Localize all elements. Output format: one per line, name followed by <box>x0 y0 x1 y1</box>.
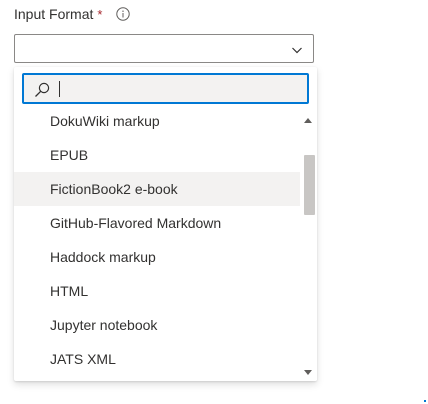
chevron-down-icon <box>291 43 303 55</box>
option-item[interactable]: Haddock markup <box>14 240 300 274</box>
option-item[interactable]: FictionBook2 e-book <box>14 172 300 206</box>
dropdown-options-panel: DokuWiki markup EPUB FictionBook2 e-book Gi… <box>14 67 317 381</box>
option-item[interactable]: JATS XML <box>14 342 300 376</box>
field-label-text: Input Format <box>14 6 94 22</box>
scroll-down-arrow-icon[interactable] <box>304 370 312 375</box>
options-items: DokuWiki markup EPUB FictionBook2 e-book Gi… <box>14 112 300 376</box>
text-cursor <box>59 81 60 97</box>
input-format-field: Input Format * DokuWiki markup EPUB Fict… <box>0 0 428 404</box>
options-list: DokuWiki markup EPUB FictionBook2 e-book Gi… <box>14 112 317 381</box>
option-item[interactable]: EPUB <box>14 138 300 172</box>
search-icon <box>34 82 50 98</box>
field-label: Input Format * <box>14 5 102 23</box>
focus-dot <box>424 400 426 402</box>
scrollbar-thumb[interactable] <box>304 155 315 215</box>
option-item[interactable]: HTML <box>14 274 300 308</box>
info-icon[interactable] <box>116 7 130 21</box>
search-input[interactable] <box>58 78 298 99</box>
search-box[interactable] <box>22 73 309 104</box>
option-item[interactable]: GitHub-Flavored Markdown <box>14 206 300 240</box>
required-indicator: * <box>97 6 103 22</box>
option-item[interactable]: Jupyter notebook <box>14 308 300 342</box>
input-format-dropdown[interactable] <box>14 34 314 63</box>
scrollbar[interactable] <box>300 112 317 381</box>
option-item[interactable]: DokuWiki markup <box>14 112 300 138</box>
scroll-up-arrow-icon[interactable] <box>304 118 312 123</box>
